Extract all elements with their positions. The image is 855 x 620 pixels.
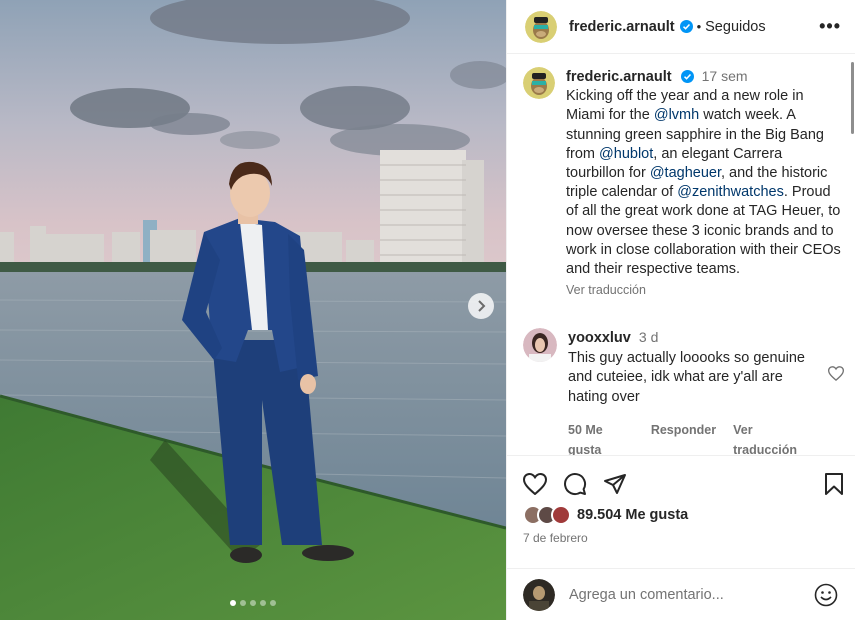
- commenter-avatar[interactable]: [523, 328, 557, 363]
- comment-actions: 50 Me gusta Responder Ver traducción: [568, 421, 813, 455]
- profile-photo-icon: [523, 578, 555, 611]
- mention-link[interactable]: @lvmh: [654, 107, 699, 123]
- verified-badge-icon: [680, 70, 694, 83]
- likes-label: Me gusta: [625, 507, 689, 523]
- comment-likes[interactable]: 50 Me gusta: [568, 421, 634, 455]
- likes-number: 89.504: [577, 507, 622, 523]
- caption-username[interactable]: frederic.arnault: [566, 69, 672, 85]
- liker-avatars: [523, 505, 571, 525]
- comment-item: yooxxluv 3 d This guy actually looooks s…: [523, 328, 844, 455]
- caption-body: frederic.arnault 17 sem Kicking off the …: [566, 67, 844, 300]
- viewer-avatar: [523, 578, 555, 611]
- comment-text: This guy actually looooks so genuine and…: [568, 349, 805, 405]
- bookmark-icon[interactable]: [824, 473, 844, 495]
- carousel-dot: [230, 600, 236, 606]
- chevron-right-icon: [478, 300, 486, 312]
- post-caption: frederic.arnault 17 sem Kicking off the …: [523, 67, 844, 300]
- post-side-panel: frederic.arnault • Seguidos ••• frederic…: [506, 0, 855, 620]
- post-media[interactable]: [0, 0, 506, 620]
- carousel-dot: [240, 600, 246, 606]
- more-options-icon[interactable]: •••: [819, 16, 841, 37]
- likes-summary[interactable]: 89.504 Me gusta: [523, 505, 844, 525]
- ape-avatar-icon: [525, 10, 557, 43]
- verified-badge-icon: [679, 20, 693, 33]
- author-username[interactable]: frederic.arnault: [569, 19, 675, 35]
- reply-button[interactable]: Responder: [651, 421, 716, 455]
- author-avatar[interactable]: [525, 10, 557, 43]
- heart-icon[interactable]: [523, 473, 547, 495]
- mention-link[interactable]: @hublot: [599, 146, 653, 162]
- caption-avatar[interactable]: [523, 67, 555, 99]
- comments-scroll-area[interactable]: frederic.arnault 17 sem Kicking off the …: [507, 55, 855, 455]
- header-separator: •: [696, 19, 702, 34]
- likes-count[interactable]: 89.504 Me gusta: [577, 507, 688, 523]
- comment-composer: [507, 568, 855, 620]
- see-translation-link[interactable]: Ver traducción: [566, 281, 844, 300]
- profile-photo-icon: [523, 328, 557, 363]
- action-icons: [523, 470, 844, 498]
- post-date[interactable]: 7 de febrero: [523, 531, 844, 545]
- comment-body: yooxxluv 3 d This guy actually looooks s…: [568, 328, 813, 455]
- comments-scrollbar[interactable]: [851, 62, 854, 134]
- emoji-icon[interactable]: [814, 583, 838, 607]
- mention-link[interactable]: @tagheuer: [650, 165, 721, 181]
- carousel-indicators: [0, 600, 506, 606]
- comment-icon[interactable]: [563, 472, 587, 496]
- instagram-post-modal: frederic.arnault • Seguidos ••• frederic…: [0, 0, 855, 620]
- comment-time[interactable]: 3 d: [639, 329, 658, 345]
- comment-heart-icon[interactable]: [828, 366, 844, 382]
- post-photo: [0, 0, 506, 620]
- comment-see-translation[interactable]: Ver traducción: [733, 421, 813, 455]
- post-actions: 89.504 Me gusta 7 de febrero: [507, 455, 855, 545]
- carousel-next-button[interactable]: [468, 293, 494, 319]
- carousel-dot: [260, 600, 266, 606]
- carousel-dot: [270, 600, 276, 606]
- share-icon[interactable]: [603, 473, 627, 495]
- liker-avatar: [551, 505, 571, 525]
- commenter-username[interactable]: yooxxluv: [568, 330, 631, 346]
- carousel-dot: [250, 600, 256, 606]
- ape-avatar-icon: [523, 67, 555, 99]
- following-button[interactable]: Seguidos: [705, 19, 765, 35]
- post-header: frederic.arnault • Seguidos •••: [507, 0, 855, 54]
- comment-input[interactable]: [569, 586, 814, 603]
- mention-link[interactable]: @zenithwatches: [677, 184, 784, 200]
- caption-time[interactable]: 17 sem: [702, 68, 748, 84]
